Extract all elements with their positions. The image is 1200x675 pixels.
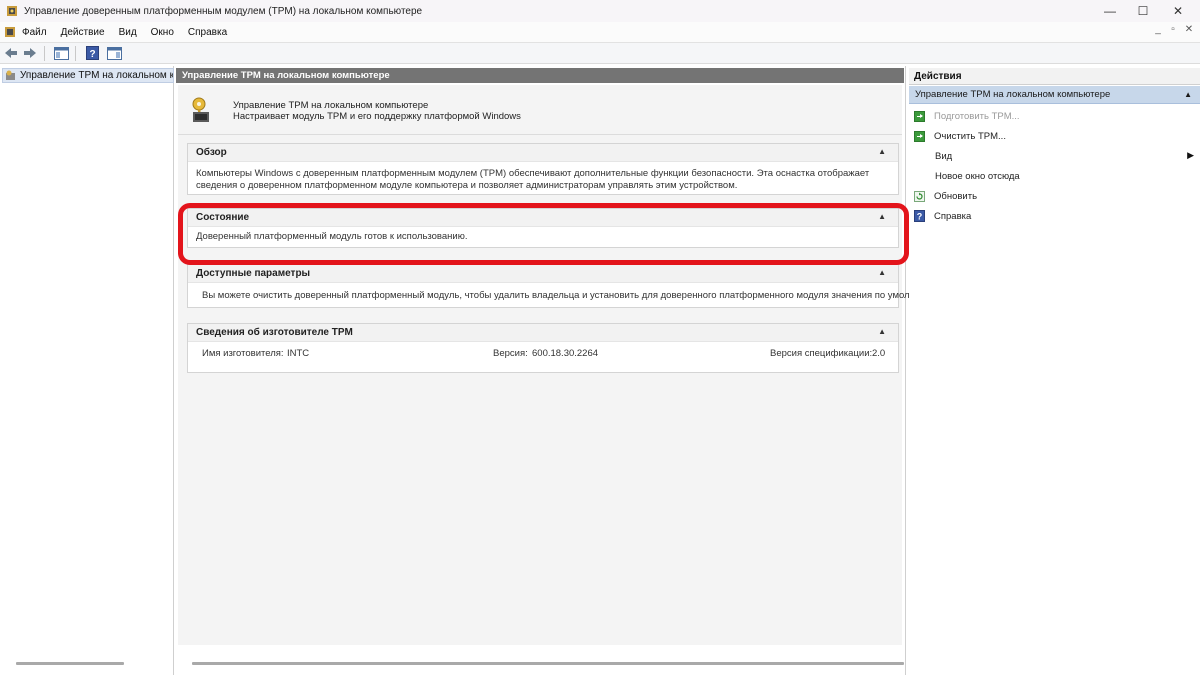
actions-pane: Действия Управление TPM на локальном ком… [909,66,1200,675]
close-button[interactable]: ✕ [1160,0,1196,22]
menu-action[interactable]: Действие [61,27,105,38]
action-refresh[interactable]: Обновить [909,187,1200,205]
tree-item-tpm-local[interactable]: Управление TPM на локальном к [2,68,174,83]
menu-window[interactable]: Окно [151,27,174,38]
intro-description: Настраивает модуль TPM и его поддержку п… [233,111,521,122]
action-pane-icon[interactable] [106,45,122,61]
toolbar-separator [44,45,45,61]
action-label: Подготовить TPM... [934,110,1020,122]
toolbar-separator [75,45,76,61]
collapse-icon[interactable]: ▲ [878,147,886,156]
results-pane: Управление TPM на локальном компьютере У… [176,66,940,675]
manufacturer-name-value: INTC [287,348,310,359]
intro-panel: Управление TPM на локальном компьютере Н… [178,85,902,135]
svg-text:?: ? [89,49,95,60]
actions-subheader-label: Управление TPM на локальном компьютере [915,89,1111,100]
title-bar: Управление доверенным платформенным моду… [0,0,1200,22]
mmc-window: Управление доверенным платформенным моду… [0,0,1200,675]
menu-bar: Файл Действие Вид Окно Справка [0,22,1200,42]
actions-title: Действия [909,68,1200,85]
collapse-icon[interactable]: ▲ [878,268,886,277]
forward-arrow-icon[interactable] [22,45,38,61]
results-scrollbar[interactable] [192,662,904,665]
overview-header[interactable]: Обзор ▲ [188,144,898,162]
options-title: Доступные параметры [196,268,311,279]
action-label: Справка [934,210,972,222]
results-pane-header: Управление TPM на локальном компьютере [176,68,904,83]
action-view[interactable]: Вид ▶ [909,147,1200,165]
help-icon: ? [914,210,925,222]
refresh-icon [914,190,925,202]
mdi-restore-button[interactable]: ▫ [1166,24,1180,35]
green-arrow-icon [914,130,925,142]
options-header[interactable]: Доступные параметры ▲ [188,265,898,283]
collapse-icon[interactable]: ▲ [878,327,886,336]
overview-title: Обзор [196,147,227,158]
status-highlight-annotation [178,203,909,265]
maximize-button[interactable]: ☐ [1125,0,1161,22]
actions-subheader[interactable]: Управление TPM на локальном компьютере ▲ [909,86,1200,104]
svg-text:?: ? [917,212,923,222]
spec-version-value: 2.0 [872,348,886,359]
action-label: Очистить TPM... [934,130,1006,142]
menu-view[interactable]: Вид [119,27,137,38]
action-new-window[interactable]: Новое окно отсюда [909,167,1200,185]
manufacturer-title: Сведения об изготовителе TPM [196,327,353,338]
console-tree-icon[interactable] [53,45,69,61]
manufacturer-section: Сведения об изготовителе TPM ▲ Имя изгот… [187,323,899,373]
action-label: Обновить [934,190,978,202]
mdi-minimize-button[interactable]: _ [1151,24,1165,35]
action-help[interactable]: ? Справка [909,207,1200,225]
overview-section: Обзор ▲ Компьютеры Windows с доверенным … [187,143,899,195]
green-arrow-icon [914,110,925,122]
manufacturer-info-row: Имя изготовителя: INTC Версия: 600.18.30… [188,348,898,362]
toolbar: ? [0,42,1200,64]
menu-help[interactable]: Справка [188,27,227,38]
version-value: 600.18.30.2264 [532,348,599,359]
action-label: Новое окно отсюда [935,170,1020,182]
action-clear-tpm[interactable]: Очистить TPM... [909,127,1200,145]
collapse-icon[interactable]: ▲ [1184,90,1192,99]
console-tree-pane: Управление TPM на локальном к [0,66,174,675]
action-prepare-tpm[interactable]: Подготовить TPM... [909,107,1200,125]
mdi-close-button[interactable]: ✕ [1182,24,1196,35]
minimize-button[interactable]: — [1092,0,1128,22]
action-label: Вид [935,150,953,162]
tpm-menu-icon[interactable] [4,26,16,38]
help-icon[interactable]: ? [84,45,100,61]
results-body: Управление TPM на локальном компьютере Н… [178,85,940,645]
manufacturer-name-label: Имя изготовителя: [202,348,284,359]
window-title: Управление доверенным платформенным моду… [24,5,423,17]
version-label: Версия: [493,348,528,359]
intro-title: Управление TPM на локальном компьютере [233,100,429,111]
back-arrow-icon[interactable] [3,45,19,61]
intro-text: Управление TPM на локальном компьютере Н… [233,100,521,122]
tpm-app-icon [6,5,18,17]
tree-scrollbar[interactable] [16,662,124,665]
manufacturer-header[interactable]: Сведения об изготовителе TPM ▲ [188,324,898,342]
options-section: Доступные параметры ▲ Вы можете очистить… [187,264,940,308]
tpm-tree-icon [5,70,17,82]
options-text: Вы можете очистить доверенный платформен… [202,290,940,301]
submenu-arrow-icon: ▶ [1187,150,1194,160]
tpm-keys-icon [190,97,214,125]
spec-version-label: Версия спецификации: [770,348,873,359]
tree-item-label: Управление TPM на локальном к [20,70,174,81]
menu-file[interactable]: Файл [22,27,47,38]
overview-text: Компьютеры Windows с доверенным платформ… [196,168,870,191]
